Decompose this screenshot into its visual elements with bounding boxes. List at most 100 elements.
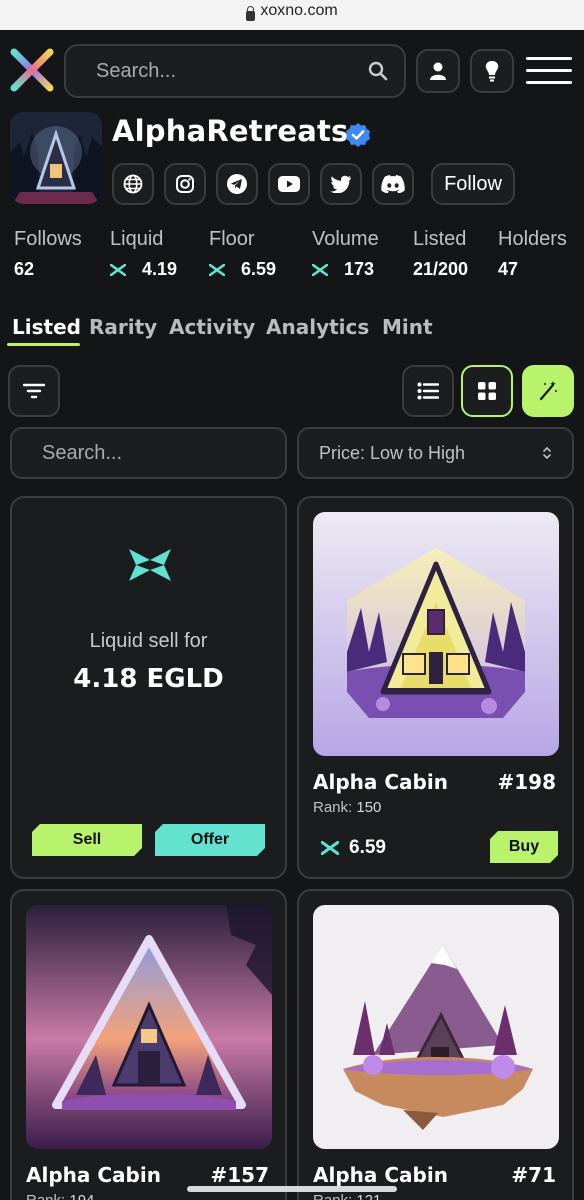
stat-number: 4.19 [142,259,178,279]
nft-rank-label: Rank: [26,1192,65,1200]
stat-floor: Floor 6.59 [209,228,276,280]
list-view-button[interactable] [402,365,454,417]
nft-image[interactable] [313,512,559,756]
instagram-icon [176,175,194,193]
nft-price: 6.59 [321,837,386,859]
instagram-link-button[interactable] [164,163,206,205]
twitter-link-button[interactable] [320,163,362,205]
stat-value: 173 [312,259,379,280]
global-search-bar[interactable] [64,44,406,98]
nft-rank: Rank: 194 [26,1192,94,1200]
discord-icon [381,175,405,193]
stat-label: Liquid [110,228,164,250]
stat-holders: Holders 47 [498,228,567,280]
nft-rank-value: 194 [69,1192,94,1200]
nft-card[interactable]: Alpha Cabin #157 Rank: 194 [10,889,287,1200]
egld-icon [209,263,225,276]
sort-select-value: Price: Low to High [319,442,466,463]
website-link-button[interactable] [112,163,154,205]
buy-button[interactable]: Buy [490,831,558,863]
offer-button[interactable]: Offer [155,824,265,856]
stat-value: 21/200 [413,259,468,280]
stat-label: Floor [209,228,255,250]
theme-toggle-button[interactable] [470,49,514,93]
xoxno-logo-icon[interactable] [10,48,54,92]
tab-rarity[interactable]: Rarity [89,315,157,339]
url-text: xoxno.com [260,2,338,19]
chevron-updown-icon [543,446,551,460]
nft-name: Alpha Cabin [26,1163,161,1187]
nft-rank-label: Rank: [313,799,353,816]
list-view-icon [417,382,439,400]
sort-select[interactable]: Price: Low to High [297,427,574,479]
user-icon [430,62,446,80]
stat-value: 4.19 [110,259,177,280]
global-search-input[interactable] [96,59,368,83]
filter-button[interactable] [8,365,60,417]
stat-number: 6.59 [241,259,277,279]
menu-hamburger-icon[interactable] [526,57,572,87]
home-indicator [187,1186,397,1192]
telegram-icon [227,174,247,194]
nft-price-value: 6.59 [349,837,386,858]
account-button[interactable] [416,49,460,93]
stat-listed: Listed 21/200 [413,228,468,280]
stat-number: 21/200 [413,259,469,279]
stat-number: 173 [344,259,375,279]
stat-label: Listed [413,228,467,250]
lock-icon [246,6,256,21]
tab-listed[interactable]: Listed [12,315,81,339]
egld-icon [321,841,339,855]
grid-view-icon [478,382,496,400]
verified-badge-icon [346,123,370,147]
sell-button[interactable]: Sell [32,824,142,856]
stat-label: Holders [498,228,567,250]
nft-card[interactable]: Alpha Cabin #198 Rank: 150 6.59 Buy [297,496,574,879]
stat-value: 47 [498,259,567,280]
stat-label: Volume [312,228,379,250]
nft-image[interactable] [313,905,559,1149]
collection-avatar [10,112,102,204]
tab-analytics[interactable]: Analytics [266,315,369,339]
nft-id: #198 [497,770,556,794]
egld-logo-icon [129,549,171,581]
stat-label: Follows [14,228,82,250]
tab-mint[interactable]: Mint [382,315,433,339]
youtube-link-button[interactable] [268,163,310,205]
top-navbar [0,30,584,110]
stat-follows: Follows 62 [14,228,82,280]
grid-view-button[interactable] [461,365,513,417]
nft-rank: Rank: 150 [313,799,381,816]
tab-activity[interactable]: Activity [169,315,255,339]
discord-link-button[interactable] [372,163,414,205]
nft-card[interactable]: Alpha Cabin #71 Rank: 121 [297,889,574,1200]
nft-rank-value: 121 [356,1192,381,1200]
nft-rank-value: 150 [356,799,382,816]
telegram-link-button[interactable] [216,163,258,205]
stat-value: 62 [14,259,82,280]
stat-number: 47 [498,259,519,279]
nft-search-input[interactable] [42,441,307,465]
stat-number: 62 [14,259,35,279]
nft-search-bar[interactable] [10,427,307,479]
browser-url-bar[interactable]: xoxno.com [0,0,584,30]
egld-icon [110,263,126,276]
globe-icon [123,174,143,194]
follow-button[interactable]: Follow [431,163,515,205]
nft-rank-label: Rank: [313,1192,352,1200]
nft-id: #157 [210,1163,269,1187]
stat-value: 6.59 [209,259,276,280]
search-icon[interactable] [368,61,388,81]
nft-image[interactable] [26,905,272,1149]
liquid-sell-label: Liquid sell for [89,630,208,652]
collection-tabs: Listed Rarity Activity Analytics Mint [0,315,584,349]
liquid-sell-card: Liquid sell for 4.18 EGLD Sell Offer [10,496,287,879]
egld-icon [312,263,328,276]
magic-wand-icon [539,381,557,401]
nft-id: #71 [511,1163,556,1187]
liquid-sell-amount: 4.18 EGLD [73,664,224,694]
nft-name: Alpha Cabin [313,1163,448,1187]
nft-rank: Rank: 121 [313,1192,381,1200]
sweep-button[interactable] [522,365,574,417]
nft-name: Alpha Cabin [313,770,448,794]
